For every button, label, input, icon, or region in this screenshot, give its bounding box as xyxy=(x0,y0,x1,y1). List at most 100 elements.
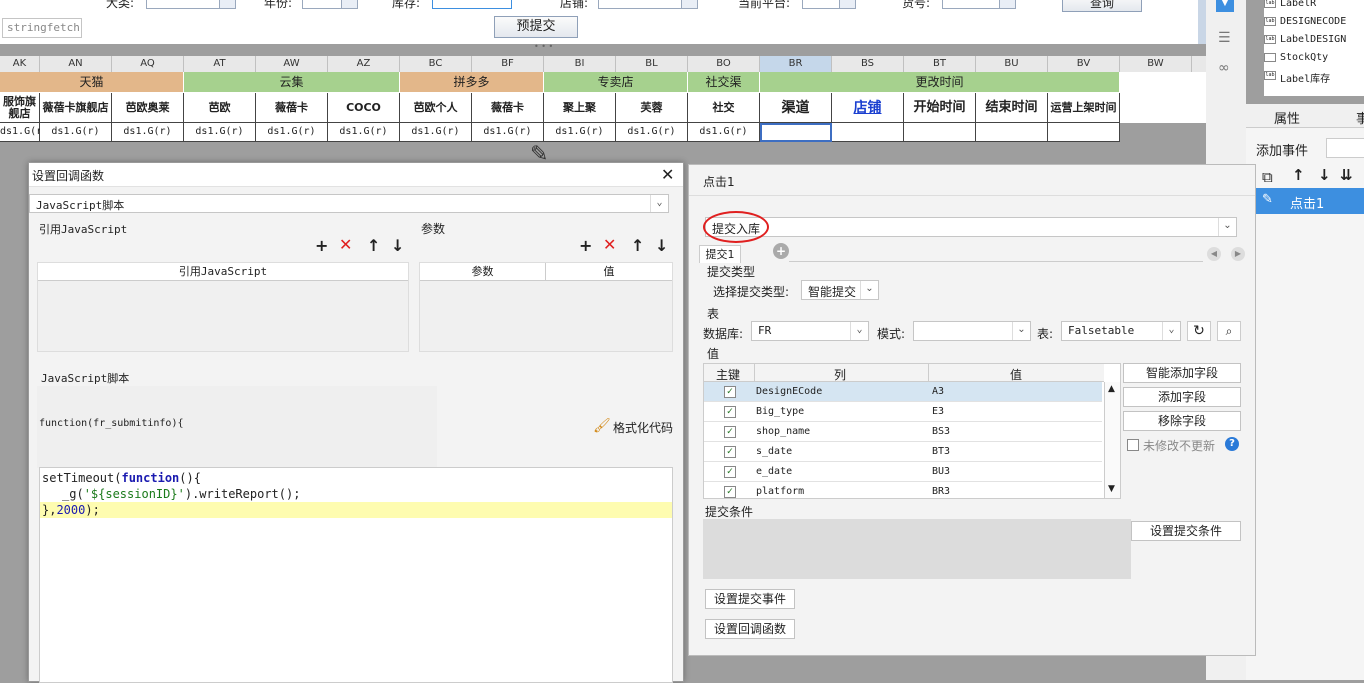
tree-item[interactable]: lab DESIGNECODE xyxy=(1264,16,1346,27)
scrollbar[interactable]: ▲ ▼ xyxy=(1104,382,1120,498)
event-item[interactable]: ✎ 点击1 xyxy=(1256,188,1364,214)
checkbox-icon[interactable]: ✓ xyxy=(724,406,736,418)
checkbox-icon[interactable]: ✓ xyxy=(724,486,736,498)
shop-input[interactable] xyxy=(598,0,698,9)
action-select[interactable]: 提交入库 ⌄ xyxy=(705,217,1237,237)
tab-submit1[interactable]: 提交1 xyxy=(699,245,741,263)
sort-icon[interactable]: ⇊ xyxy=(1340,166,1353,184)
remove-field-button[interactable]: 移除字段 xyxy=(1123,411,1241,431)
column-header[interactable]: BV xyxy=(1048,56,1120,72)
db-select[interactable]: FR ⌄ xyxy=(751,321,869,341)
grid-cell-date[interactable] xyxy=(976,123,1048,142)
field-row[interactable]: ✓ e_date BU3 xyxy=(704,462,1102,482)
add-tab-icon[interactable]: + xyxy=(773,243,789,259)
set-callback-button[interactable]: 设置回调函数 xyxy=(705,619,795,639)
stringfetch-input[interactable]: stringfetch( xyxy=(2,18,82,38)
query-button[interactable]: 查询 xyxy=(1062,0,1142,12)
tree-item[interactable]: lab LabelR xyxy=(1264,0,1316,9)
grid-cell-date[interactable] xyxy=(1048,123,1120,142)
arrow-down-icon[interactable]: ↓ xyxy=(1318,166,1331,184)
scroll-down-icon[interactable]: ▼ xyxy=(1108,484,1115,494)
column-header[interactable]: BT xyxy=(904,56,976,72)
add-param-icon[interactable]: + xyxy=(579,236,592,255)
format-code-button[interactable]: 格式化代码 xyxy=(613,419,673,436)
field-row[interactable]: ✓ Big_type E3 xyxy=(704,402,1102,422)
close-icon[interactable]: ✕ xyxy=(661,165,674,184)
code-editor[interactable]: setTimeout(function(){ _g('${sessionID}'… xyxy=(39,467,673,683)
stack-icon[interactable]: ☰ xyxy=(1218,30,1231,46)
field-row[interactable]: ✓ DesignECode A3 xyxy=(704,382,1102,402)
column-header[interactable]: BC xyxy=(400,56,472,72)
help-icon[interactable]: ? xyxy=(1225,437,1239,451)
grid-cell[interactable]: ds1.G(r) xyxy=(256,123,328,142)
column-header[interactable]: AT xyxy=(184,56,256,72)
column-header[interactable]: BW xyxy=(1120,56,1192,72)
grid-cell[interactable]: ds1.G(r) xyxy=(400,123,472,142)
column-header[interactable]: BF xyxy=(472,56,544,72)
smart-add-field-button[interactable]: 智能添加字段 xyxy=(1123,363,1241,383)
grid-cell[interactable]: ds1.G(r) xyxy=(112,123,184,142)
column-header[interactable]: BR xyxy=(760,56,832,72)
grid-cell[interactable]: ds1.G(r) xyxy=(616,123,688,142)
arrow-up-icon[interactable]: ↑ xyxy=(1292,166,1305,184)
checkbox-icon[interactable]: ✓ xyxy=(724,446,736,458)
grid-cell[interactable]: ds1.G(r) xyxy=(688,123,760,142)
tab-properties[interactable]: 属性 xyxy=(1274,108,1300,127)
script-type-select[interactable]: JavaScript脚本 ⌄ xyxy=(29,194,669,213)
set-condition-button[interactable]: 设置提交条件 xyxy=(1131,521,1241,541)
grid-cell[interactable]: ds1.G(r) xyxy=(544,123,616,142)
column-header[interactable]: BL xyxy=(616,56,688,72)
arrow-up-icon[interactable]: ↑ xyxy=(367,236,380,255)
add-field-button[interactable]: 添加字段 xyxy=(1123,387,1241,407)
grid-cell-selected[interactable] xyxy=(760,123,832,142)
tab-prev-icon[interactable]: ◀ xyxy=(1207,247,1221,261)
grid-cell[interactable]: ds1.G(r) xyxy=(472,123,544,142)
field-row[interactable]: ✓ platform BR3 xyxy=(704,482,1102,498)
column-header[interactable]: BU xyxy=(976,56,1048,72)
grid-cell[interactable]: ds1.G(r) xyxy=(328,123,400,142)
table-select[interactable]: Falsetable ⌄ xyxy=(1061,321,1181,341)
column-header[interactable]: AN xyxy=(40,56,112,72)
grid-cell-dropdown[interactable] xyxy=(832,123,904,142)
scrollbar[interactable] xyxy=(1198,0,1206,44)
link-icon[interactable]: ∞ xyxy=(1218,60,1230,76)
column-header[interactable]: AW xyxy=(256,56,328,72)
arrow-down-icon[interactable]: ↓ xyxy=(391,236,404,255)
platform-input[interactable] xyxy=(802,0,856,9)
tab-events[interactable]: 事 xyxy=(1356,108,1364,127)
brush-icon[interactable]: 🖌 xyxy=(593,418,611,434)
param-up-icon[interactable]: ↑ xyxy=(631,236,644,255)
no-update-checkbox[interactable] xyxy=(1127,439,1139,451)
column-header[interactable]: BO xyxy=(688,56,760,72)
grid-cell[interactable]: ds1.G(r) xyxy=(40,123,112,142)
column-header[interactable]: AZ xyxy=(328,56,400,72)
column-header[interactable]: BS xyxy=(832,56,904,72)
column-header[interactable]: AK xyxy=(0,56,40,72)
scroll-up-icon[interactable]: ▲ xyxy=(1108,384,1115,394)
field-row[interactable]: ✓ shop_name BS3 xyxy=(704,422,1102,442)
grid-cell-date[interactable] xyxy=(904,123,976,142)
field-row[interactable]: ✓ s_date BT3 xyxy=(704,442,1102,462)
tab-next-icon[interactable]: ▶ xyxy=(1231,247,1245,261)
delete-param-icon[interactable]: ✕ xyxy=(603,235,616,254)
refresh-icon[interactable]: ↻ xyxy=(1187,321,1211,341)
param-down-icon[interactable]: ↓ xyxy=(655,236,668,255)
tree-item[interactable]: lab Label库存 xyxy=(1264,70,1330,85)
grid-cell[interactable]: ds1.G(r) xyxy=(0,123,48,142)
copy-icon[interactable]: ⧉ xyxy=(1262,168,1273,186)
sku-input[interactable] xyxy=(942,0,1016,9)
year-input[interactable] xyxy=(302,0,358,9)
checkbox-icon[interactable]: ✓ xyxy=(724,386,736,398)
search-table-icon[interactable]: ⌕ xyxy=(1217,321,1241,341)
category-input[interactable] xyxy=(146,0,236,9)
subheader-shop-link[interactable]: 店铺 xyxy=(832,93,904,123)
schema-select[interactable]: ⌄ xyxy=(913,321,1031,341)
tree-item[interactable]: lab LabelDESIGN xyxy=(1264,34,1346,45)
resize-handle[interactable]: • • • xyxy=(534,42,553,51)
grid-cell[interactable]: ds1.G(r) xyxy=(184,123,256,142)
column-header[interactable]: BI xyxy=(544,56,616,72)
add-event-select[interactable] xyxy=(1326,138,1364,158)
delete-icon[interactable]: ✕ xyxy=(339,235,352,254)
submit-type-select[interactable]: 智能提交 ⌄ xyxy=(801,280,879,300)
checkbox-icon[interactable]: ✓ xyxy=(724,466,736,478)
